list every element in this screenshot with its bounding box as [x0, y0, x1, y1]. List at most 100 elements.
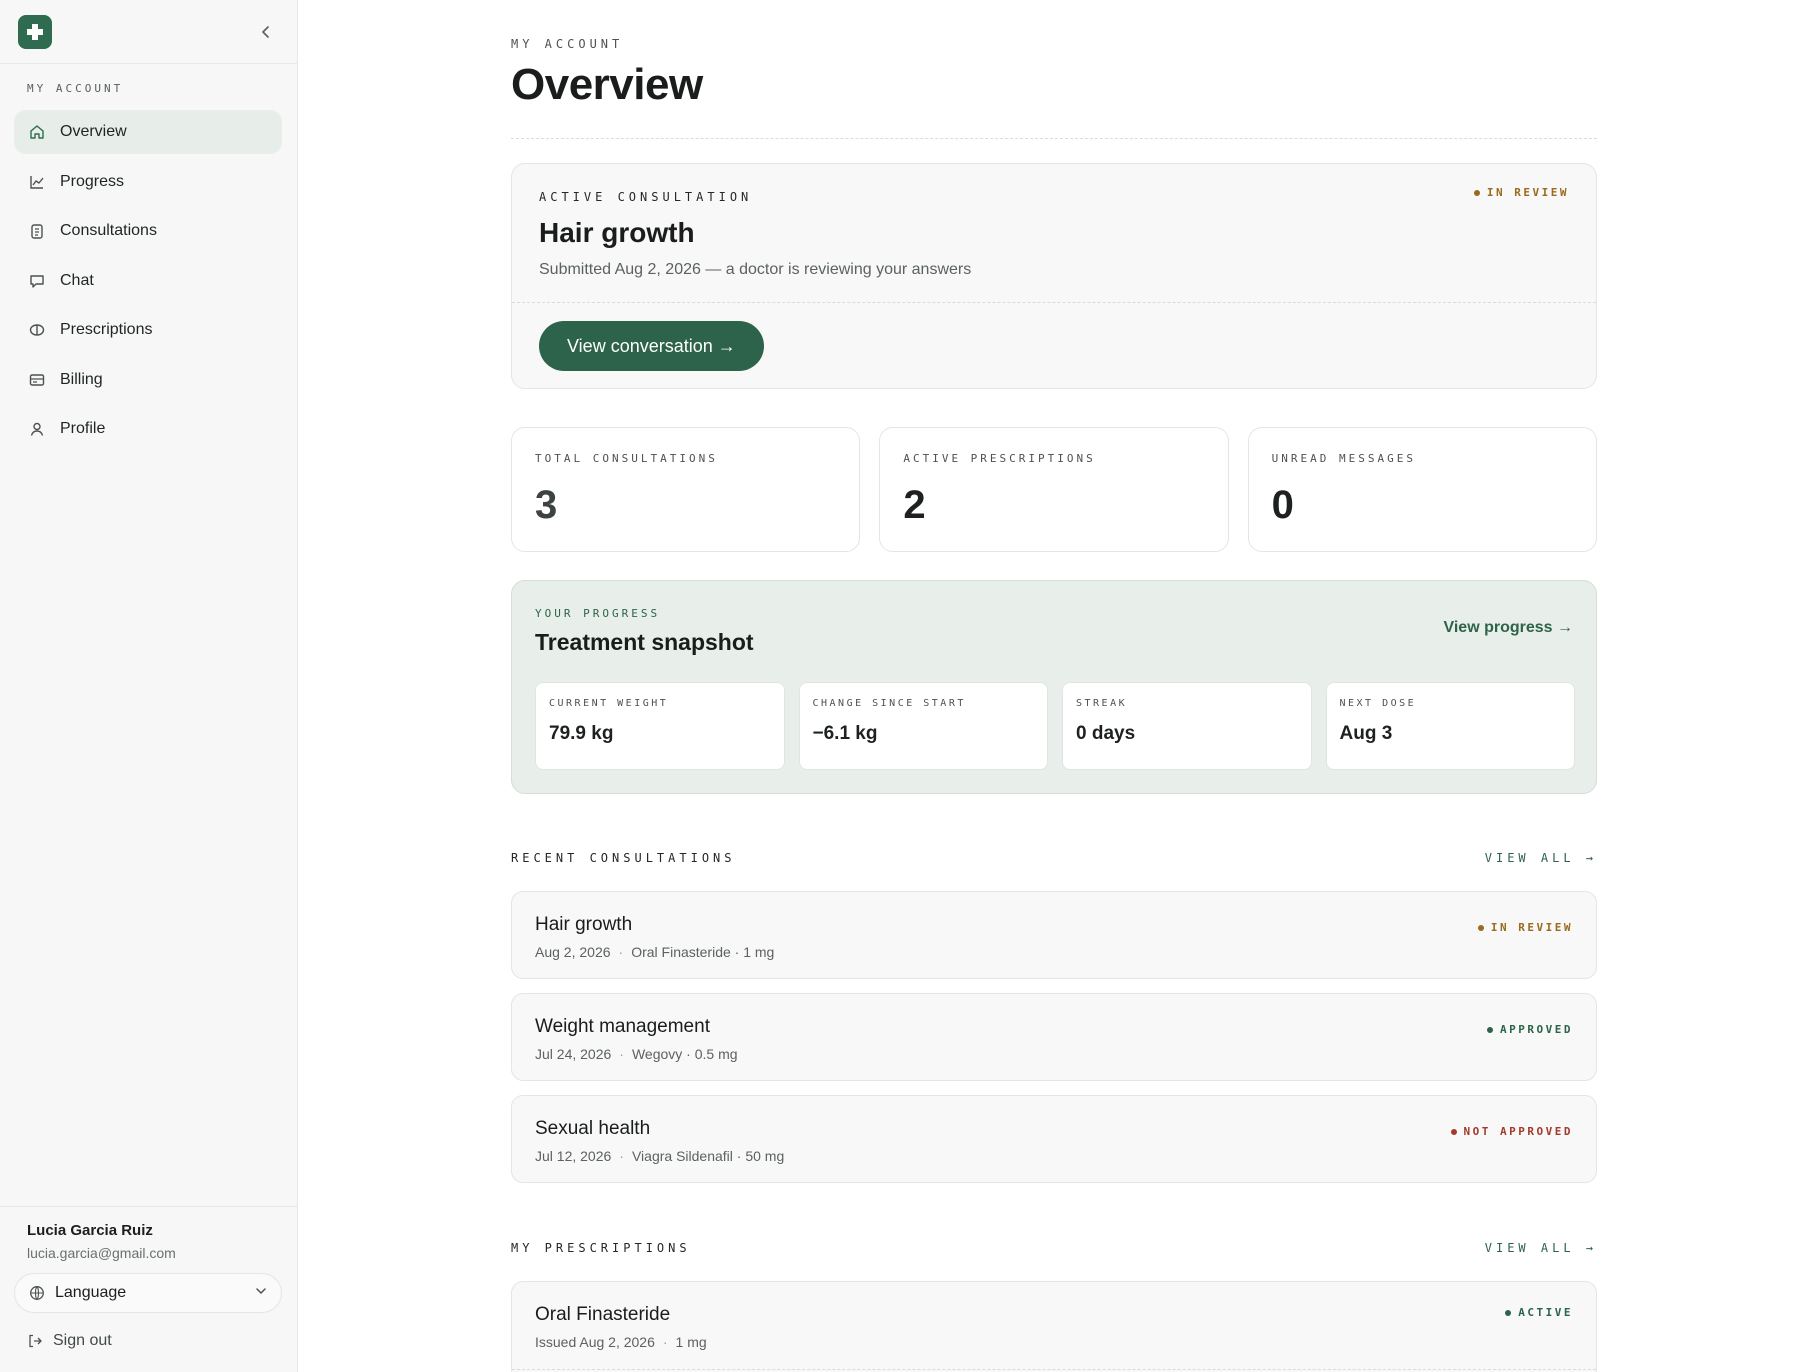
stats-row: Total consultations 3 Active prescriptio… — [511, 427, 1597, 552]
user-email: lucia.garcia@gmail.com — [27, 1245, 176, 1261]
billing-card-icon — [28, 371, 46, 389]
stat-label: Active prescriptions — [903, 452, 1096, 465]
view-all-prescriptions-link[interactable]: View all → — [1485, 1241, 1597, 1255]
stat-value: 0 — [1271, 483, 1294, 527]
active-consultation-subtitle: Submitted Aug 2, 2026 — a doctor is revi… — [539, 261, 972, 278]
prescription-meta: Issued Aug 2, 2026 · 1 mg — [535, 1334, 707, 1350]
language-label: Language — [55, 1284, 127, 1301]
view-conversation-button[interactable]: View conversation → — [539, 321, 764, 371]
sidebar-item-label: Profile — [60, 420, 106, 437]
metric-label: Change since start — [812, 698, 966, 709]
sign-out-label: Sign out — [53, 1332, 112, 1349]
globe-icon — [29, 1285, 45, 1301]
card-divider — [512, 302, 1596, 303]
sidebar-item-profile[interactable]: Profile — [14, 407, 282, 451]
sign-out-icon — [27, 1333, 43, 1349]
sidebar-header — [0, 0, 297, 64]
view-all-consultations-link[interactable]: View all → — [1485, 851, 1597, 865]
consultation-title: Hair growth — [535, 914, 633, 935]
consultation-title: Sexual health — [535, 1118, 651, 1139]
stat-label: Unread messages — [1271, 452, 1416, 465]
metric-value: 0 days — [1076, 723, 1136, 744]
sign-out-button[interactable]: Sign out — [27, 1332, 112, 1350]
status-badge: In review — [1477, 921, 1573, 934]
consultation-meta: Aug 2, 2026 · Oral Finasteride · 1 mg — [535, 944, 774, 960]
sidebar-item-prescriptions[interactable]: Prescriptions — [14, 308, 282, 352]
sidebar-section-label: My account — [27, 82, 124, 95]
sidebar-item-progress[interactable]: Progress — [14, 160, 282, 204]
metric-streak: Streak 0 days — [1062, 682, 1312, 770]
stat-total-consultations: Total consultations 3 — [511, 427, 861, 552]
progress-eyebrow: Your progress — [535, 607, 661, 620]
status-badge: In review — [1473, 186, 1569, 199]
status-badge: Approved — [1487, 1023, 1573, 1036]
consultation-row[interactable]: Hair growth Aug 2, 2026 · Oral Finasteride… — [511, 891, 1597, 979]
page-eyebrow: My account — [511, 37, 624, 51]
consultation-row[interactable]: Sexual health Jul 12, 2026 · Viagra Silden… — [511, 1095, 1597, 1183]
consultation-row[interactable]: Weight management Jul 24, 2026 · Wegovy · … — [511, 993, 1597, 1081]
chart-line-icon — [28, 173, 46, 191]
status-dot — [1505, 1309, 1512, 1316]
status-dot — [1473, 189, 1480, 196]
title-divider — [511, 138, 1597, 139]
status-badge: Active — [1505, 1306, 1573, 1319]
sidebar: My account Overview Progress Consultatio… — [0, 0, 298, 1372]
stat-unread-messages: Unread messages 0 — [1247, 427, 1597, 552]
metric-label: Streak — [1076, 698, 1128, 709]
sidebar-item-label: Overview — [60, 123, 127, 140]
sidebar-item-label: Prescriptions — [60, 321, 153, 338]
stat-active-prescriptions: Active prescriptions 2 — [879, 427, 1229, 552]
meta-separator: · — [619, 1148, 624, 1164]
status-label: In review — [1486, 186, 1569, 199]
sidebar-item-consultations[interactable]: Consultations — [14, 209, 282, 253]
sidebar-item-chat[interactable]: Chat — [14, 259, 282, 303]
sidebar-item-billing[interactable]: Billing — [14, 358, 282, 402]
pill-icon — [28, 321, 46, 339]
sidebar-item-label: Chat — [60, 271, 94, 289]
sidebar-item-label: Progress — [60, 172, 125, 190]
metric-label: Next dose — [1339, 698, 1417, 709]
sidebar-item-label: Consultations — [60, 222, 157, 239]
active-consultation-title: Hair growth — [539, 217, 695, 248]
consultation-date: Aug 2, 2026 — [535, 944, 611, 960]
sidebar-item-label: Billing — [60, 370, 103, 388]
consultation-detail: Wegovy · 0.5 mg — [631, 1046, 738, 1062]
user-icon — [28, 420, 46, 438]
logo-icon[interactable] — [18, 15, 52, 49]
metric-current-weight: Current weight 79.9 kg — [535, 682, 785, 770]
section-heading: Recent consultations — [511, 851, 736, 865]
status-badge: Not approved — [1450, 1125, 1573, 1138]
status-label: Approved — [1500, 1023, 1573, 1036]
status-dot — [1450, 1128, 1457, 1135]
sidebar-item-overview[interactable]: Overview — [14, 110, 282, 154]
home-icon — [28, 123, 46, 141]
consultation-detail: Oral Finasteride · 1 mg — [631, 944, 775, 960]
metric-value: Aug 3 — [1339, 723, 1393, 744]
progress-title: Treatment snapshot — [535, 629, 754, 655]
stat-value: 3 — [535, 483, 558, 527]
sidebar-footer-divider — [0, 1206, 298, 1207]
stat-label: Total consultations — [535, 452, 718, 465]
prescription-title: Oral Finasteride — [535, 1304, 671, 1325]
sidebar-nav: Overview Progress Consultations Chat Pre… — [14, 110, 282, 457]
card-divider — [512, 1369, 1596, 1370]
view-progress-link[interactable]: View progress → — [1443, 619, 1573, 637]
prescription-row[interactable]: Oral Finasteride Issued Aug 2, 2026 · 1 mg… — [511, 1281, 1597, 1372]
metric-change-since-start: Change since start −6.1 kg — [798, 682, 1048, 770]
collapse-sidebar-icon[interactable] — [256, 22, 276, 42]
consultation-meta: Jul 12, 2026 · Viagra Sildenafil · 50 mg — [535, 1148, 784, 1164]
consultation-date: Jul 24, 2026 — [535, 1046, 612, 1062]
consultation-title: Weight management — [535, 1016, 710, 1037]
stat-value: 2 — [903, 483, 926, 527]
clipboard-icon — [28, 222, 46, 240]
status-label: Not approved — [1463, 1125, 1573, 1138]
consultation-date: Jul 12, 2026 — [535, 1148, 612, 1164]
metric-label: Current weight — [549, 698, 669, 709]
language-select[interactable]: Language — [14, 1273, 282, 1313]
active-consultation-card: Active consultation In review Hair growt… — [511, 163, 1597, 389]
treatment-snapshot-card: Your progress Treatment snapshot View pr… — [511, 580, 1597, 794]
section-heading: My prescriptions — [511, 1241, 691, 1255]
active-consultation-eyebrow: Active consultation — [539, 190, 753, 204]
meta-separator: · — [662, 1334, 668, 1350]
prescription-issued: Issued Aug 2, 2026 — [535, 1334, 655, 1350]
